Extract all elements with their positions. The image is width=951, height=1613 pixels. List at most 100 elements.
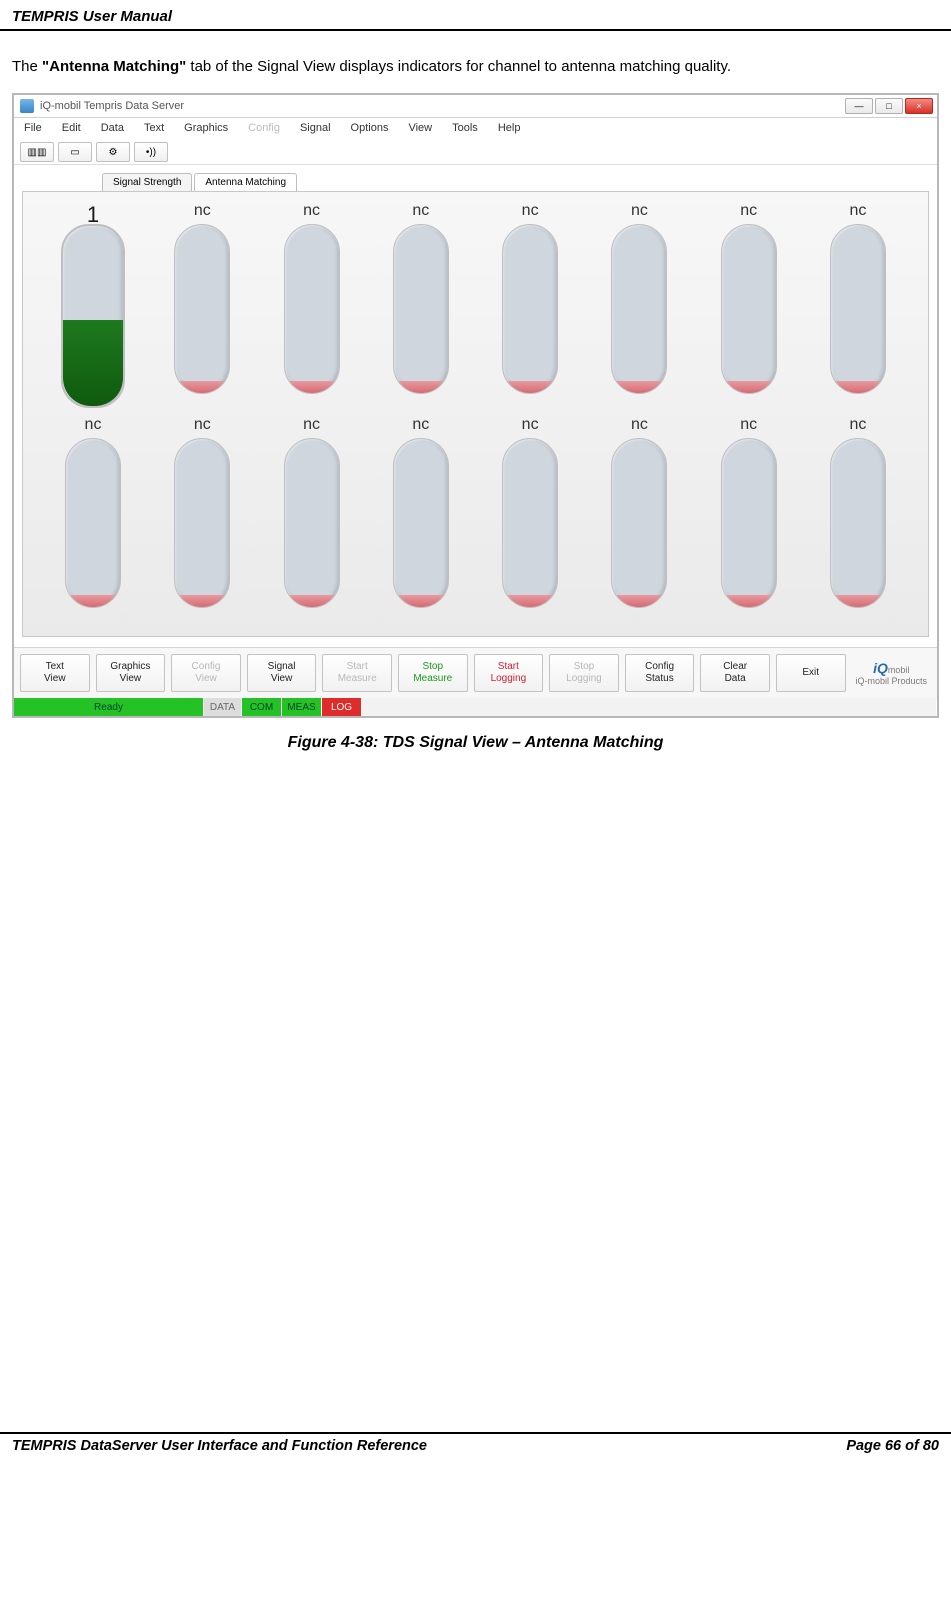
minimize-button[interactable]: — [845, 98, 873, 114]
gauge-cell: nc [371, 202, 471, 408]
gauge-body [174, 438, 230, 608]
gauge-cell: nc [699, 416, 799, 608]
gauge-body [284, 438, 340, 608]
menu-file[interactable]: File [24, 122, 42, 134]
gauge-fill [285, 381, 339, 393]
graphics-view-button[interactable]: GraphicsView [96, 654, 166, 692]
gauge-label: nc [740, 416, 757, 436]
logo: iQmobil iQ-mobil Products [852, 660, 932, 686]
gauge-fill [612, 381, 666, 393]
page-footer: TEMPRIS DataServer User Interface and Fu… [0, 1432, 951, 1464]
menu-bar: File Edit Data Text Graphics Config Sign… [14, 118, 937, 138]
menu-edit[interactable]: Edit [62, 122, 81, 134]
gauge-body [502, 224, 558, 394]
tab-antenna-matching[interactable]: Antenna Matching [194, 173, 297, 191]
gauge-label: nc [850, 202, 867, 222]
toolbar-graphics-icon[interactable]: ▭ [58, 142, 92, 162]
gauge-body [830, 438, 886, 608]
gauge-body [502, 438, 558, 608]
close-button[interactable]: × [905, 98, 933, 114]
text-view-button[interactable]: TextView [20, 654, 90, 692]
gauge-cell: nc [152, 202, 252, 408]
status-ready: Ready [14, 698, 204, 716]
status-com: COM [242, 698, 282, 716]
gauge-label: 1 [87, 202, 99, 222]
toolbar-textview-icon[interactable]: ▥▥ [20, 142, 54, 162]
gauge-body [284, 224, 340, 394]
gauge-cell: nc [808, 202, 908, 408]
gauge-label: nc [740, 202, 757, 222]
window-titlebar: iQ-mobil Tempris Data Server — □ × [14, 95, 937, 118]
maximize-button[interactable]: □ [875, 98, 903, 114]
gauge-cell: nc [589, 416, 689, 608]
bottom-button-bar: TextView GraphicsView ConfigView SignalV… [14, 647, 937, 698]
gauge-label: nc [194, 416, 211, 436]
gauge-fill [175, 381, 229, 393]
logo-suffix: mobil [888, 665, 910, 675]
config-status-button[interactable]: ConfigStatus [625, 654, 695, 692]
gauge-fill [503, 381, 557, 393]
toolbar-config-icon[interactable]: ⚙ [96, 142, 130, 162]
menu-view[interactable]: View [408, 122, 432, 134]
page-header: TEMPRIS User Manual [0, 0, 951, 31]
menu-tools[interactable]: Tools [452, 122, 478, 134]
header-title: TEMPRIS User Manual [12, 8, 172, 25]
body-paragraph: The "Antenna Matching" tab of the Signal… [0, 55, 951, 79]
gauge-fill [66, 595, 120, 607]
start-logging-button[interactable]: StartLogging [474, 654, 544, 692]
gauge-fill [175, 595, 229, 607]
gauge-label: nc [631, 202, 648, 222]
logo-tagline: iQ-mobil Products [852, 676, 932, 686]
gauge-label: nc [631, 416, 648, 436]
figure-caption: Figure 4-38: TDS Signal View – Antenna M… [0, 734, 951, 752]
gauge-body [830, 224, 886, 394]
gauge-fill [722, 595, 776, 607]
gauge-cell: nc [262, 416, 362, 608]
gauge-fill [285, 595, 339, 607]
gauge-cell: nc [43, 416, 143, 608]
gauge-body [611, 224, 667, 394]
app-window: iQ-mobil Tempris Data Server — □ × File … [12, 93, 939, 718]
menu-options[interactable]: Options [351, 122, 389, 134]
gauge-cell: nc [152, 416, 252, 608]
clear-data-button[interactable]: ClearData [700, 654, 770, 692]
gauge-fill [612, 595, 666, 607]
menu-config[interactable]: Config [248, 122, 280, 134]
gauge-body [393, 224, 449, 394]
gauge-cell: 1 [43, 202, 143, 408]
gauge-body [65, 438, 121, 608]
menu-data[interactable]: Data [101, 122, 124, 134]
gauge-body [721, 438, 777, 608]
para-pre: The [12, 58, 42, 75]
signal-view-button[interactable]: SignalView [247, 654, 317, 692]
gauge-fill [722, 381, 776, 393]
stop-logging-button[interactable]: StopLogging [549, 654, 619, 692]
tab-signal-strength[interactable]: Signal Strength [102, 173, 192, 191]
gauge-cell: nc [480, 202, 580, 408]
toolbar: ▥▥ ▭ ⚙ •)) [14, 138, 937, 165]
menu-signal[interactable]: Signal [300, 122, 331, 134]
gauge-fill [831, 381, 885, 393]
gauge-body [61, 224, 125, 408]
start-measure-button[interactable]: StartMeasure [322, 654, 392, 692]
gauge-label: nc [303, 416, 320, 436]
gauge-label: nc [85, 416, 102, 436]
config-view-button[interactable]: ConfigView [171, 654, 241, 692]
gauge-fill [503, 595, 557, 607]
app-icon [20, 99, 34, 113]
menu-text[interactable]: Text [144, 122, 164, 134]
gauge-fill [63, 320, 123, 406]
footer-right: Page 66 of 80 [846, 1438, 939, 1454]
toolbar-signal-icon[interactable]: •)) [134, 142, 168, 162]
menu-help[interactable]: Help [498, 122, 521, 134]
gauge-body [174, 224, 230, 394]
gauge-body [611, 438, 667, 608]
content-area: Signal Strength Antenna Matching 1ncncnc… [14, 165, 937, 637]
gauge-label: nc [303, 202, 320, 222]
para-term: "Antenna Matching" [42, 58, 186, 75]
menu-graphics[interactable]: Graphics [184, 122, 228, 134]
gauge-cell: nc [699, 202, 799, 408]
gauge-fill [394, 595, 448, 607]
exit-button[interactable]: Exit [776, 654, 846, 692]
stop-measure-button[interactable]: StopMeasure [398, 654, 468, 692]
